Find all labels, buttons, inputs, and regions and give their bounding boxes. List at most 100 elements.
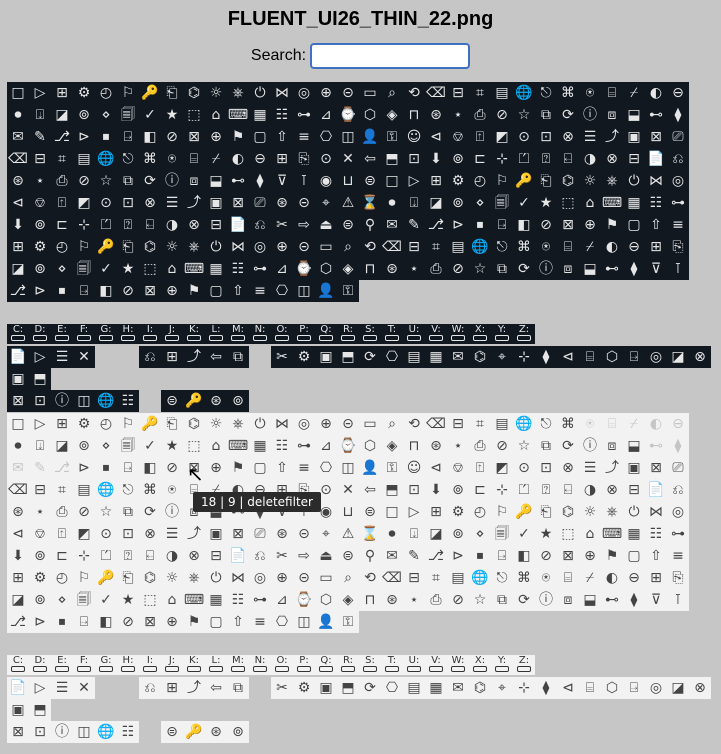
light-extra-icon[interactable]: ☷: [117, 721, 139, 743]
light-extra-icon[interactable]: ⬒: [337, 677, 359, 699]
dark-sheet-icon[interactable]: ⌿: [623, 82, 645, 104]
dark-sheet-icon[interactable]: ◴: [51, 236, 73, 258]
dark-sheet-icon[interactable]: ◎: [293, 82, 315, 104]
dark-sheet-icon[interactable]: ◐: [645, 82, 667, 104]
light-extra-icon[interactable]: ⬒: [29, 699, 51, 721]
light-sheet-icon[interactable]: ⌿: [623, 413, 645, 435]
dark-sheet-icon[interactable]: ⎗: [117, 236, 139, 258]
light-sheet-icon[interactable]: ✕: [337, 479, 359, 501]
dark-extra-icon[interactable]: ⌸: [579, 346, 601, 368]
dark-sheet-icon[interactable]: ⬚: [557, 192, 579, 214]
light-sheet-icon[interactable]: ⊹: [491, 479, 513, 501]
dark-sheet-icon[interactable]: ⬇: [7, 214, 29, 236]
light-sheet-icon[interactable]: ⊗: [601, 479, 623, 501]
light-sheet-icon[interactable]: ⬡: [315, 589, 337, 611]
dark-sheet-icon[interactable]: ◈: [381, 104, 403, 126]
light-sheet-icon[interactable]: ⊘: [117, 611, 139, 633]
dark-sheet-icon[interactable]: ⌂: [205, 104, 227, 126]
dark-sheet-icon[interactable]: ⊚: [447, 148, 469, 170]
dark-sheet-icon[interactable]: ☆: [469, 258, 491, 280]
light-sheet-icon[interactable]: ⚙: [73, 413, 95, 435]
light-sheet-icon[interactable]: ⤴: [183, 523, 205, 545]
dark-sheet-icon[interactable]: ⊶: [667, 192, 689, 214]
dark-sheet-icon[interactable]: ★: [535, 192, 557, 214]
light-extra-icon[interactable]: ◎: [645, 677, 667, 699]
light-sheet-icon[interactable]: ⋆: [447, 435, 469, 457]
dark-sheet-icon[interactable]: ☆: [513, 104, 535, 126]
dark-sheet-icon[interactable]: ⊗: [183, 214, 205, 236]
light-sheet-icon[interactable]: ⬚: [557, 523, 579, 545]
dark-sheet-icon[interactable]: ◎: [249, 236, 271, 258]
dark-sheet-icon[interactable]: ☷: [227, 258, 249, 280]
dark-sheet-icon[interactable]: ⏍: [95, 214, 117, 236]
light-sheet-icon[interactable]: ⚑: [227, 457, 249, 479]
dark-sheet-icon[interactable]: ⍰: [117, 214, 139, 236]
dark-extra-icon[interactable]: ▣: [7, 368, 29, 390]
dark-extra-icon[interactable]: ⊛: [205, 390, 227, 412]
light-sheet-icon[interactable]: ⧉: [117, 501, 139, 523]
light-sheet-icon[interactable]: ✉: [7, 457, 29, 479]
light-sheet-icon[interactable]: ⚿: [337, 611, 359, 633]
light-sheet-icon[interactable]: ⍟: [579, 413, 601, 435]
dark-sheet-icon[interactable]: ⊙: [95, 192, 117, 214]
dark-sheet-icon[interactable]: ⊗: [557, 126, 579, 148]
dark-extra-icon[interactable]: ⊲: [557, 346, 579, 368]
dark-extra-icon[interactable]: ⬒: [337, 346, 359, 368]
light-sheet-icon[interactable]: ⎊: [447, 457, 469, 479]
light-sheet-icon[interactable]: ◩: [73, 523, 95, 545]
dark-extra-icon[interactable]: 🌐: [95, 390, 117, 412]
light-sheet-icon[interactable]: 📄: [227, 545, 249, 567]
dark-sheet-icon[interactable]: ⊛: [381, 258, 403, 280]
light-sheet-icon[interactable]: ⎈: [227, 413, 249, 435]
light-extra-icon[interactable]: ⌖: [491, 677, 513, 699]
light-sheet-icon[interactable]: ⊓: [403, 435, 425, 457]
dark-sheet-icon[interactable]: ☺: [403, 126, 425, 148]
light-sheet-icon[interactable]: ▦: [249, 435, 271, 457]
dark-sheet-icon[interactable]: ⚿: [381, 126, 403, 148]
dark-extra-icon[interactable]: ⌬: [469, 346, 491, 368]
dark-sheet-icon[interactable]: ⊚: [73, 104, 95, 126]
dark-sheet-icon[interactable]: ⎇: [425, 214, 447, 236]
dark-extra-icon[interactable]: ⓘ: [51, 390, 73, 412]
light-sheet-icon[interactable]: ⎋: [117, 479, 139, 501]
light-sheet-icon[interactable]: 👤: [315, 611, 337, 633]
light-sheet-icon[interactable]: ⍇: [139, 545, 161, 567]
dark-sheet-icon[interactable]: ⍗: [29, 104, 51, 126]
light-sheet-icon[interactable]: ◪: [425, 523, 447, 545]
light-sheet-icon[interactable]: ⊟: [29, 479, 51, 501]
light-extra-icon[interactable]: ⧫: [535, 677, 557, 699]
light-extra-icon[interactable]: ⌸: [579, 677, 601, 699]
dark-sheet-icon[interactable]: ⊚: [447, 192, 469, 214]
dark-sheet-icon[interactable]: ⋆: [29, 170, 51, 192]
dark-sheet-icon[interactable]: ◉: [315, 170, 337, 192]
light-sheet-icon[interactable]: ⎈: [183, 567, 205, 589]
light-sheet-icon[interactable]: ⌸: [557, 567, 579, 589]
dark-sheet-icon[interactable]: ⌂: [161, 258, 183, 280]
light-sheet-icon[interactable]: ⇦: [359, 479, 381, 501]
dark-sheet-icon[interactable]: ◩: [73, 192, 95, 214]
light-sheet-icon[interactable]: ⍰: [117, 545, 139, 567]
dark-sheet-icon[interactable]: ★: [161, 104, 183, 126]
dark-sheet-icon[interactable]: ⟲: [403, 82, 425, 104]
light-extra-icon[interactable]: ⓘ: [51, 721, 73, 743]
dark-sheet-icon[interactable]: ◈: [337, 258, 359, 280]
dark-sheet-icon[interactable]: ⎙: [51, 170, 73, 192]
dark-sheet-icon[interactable]: ⎗: [535, 170, 557, 192]
dark-extra-icon[interactable]: ⊞: [161, 346, 183, 368]
dark-sheet-icon[interactable]: ⊷: [227, 170, 249, 192]
light-sheet-icon[interactable]: ◎: [667, 501, 689, 523]
light-sheet-icon[interactable]: ⊛: [7, 501, 29, 523]
dark-sheet-icon[interactable]: ⋈: [645, 170, 667, 192]
dark-sheet-icon[interactable]: ⏻: [249, 82, 271, 104]
light-sheet-icon[interactable]: ⊝: [337, 413, 359, 435]
dark-sheet-icon[interactable]: ⏻: [205, 236, 227, 258]
light-sheet-icon[interactable]: ⚙: [29, 567, 51, 589]
dark-sheet-icon[interactable]: ▢: [623, 214, 645, 236]
light-sheet-icon[interactable]: ⌨: [183, 589, 205, 611]
light-extra-icon[interactable]: ⌬: [469, 677, 491, 699]
dark-extra-icon[interactable]: ⬒: [29, 368, 51, 390]
light-sheet-icon[interactable]: ⎔: [271, 611, 293, 633]
dark-sheet-icon[interactable]: ⍈: [117, 126, 139, 148]
light-sheet-icon[interactable]: ✓: [513, 523, 535, 545]
dark-sheet-icon[interactable]: ⌨: [601, 192, 623, 214]
